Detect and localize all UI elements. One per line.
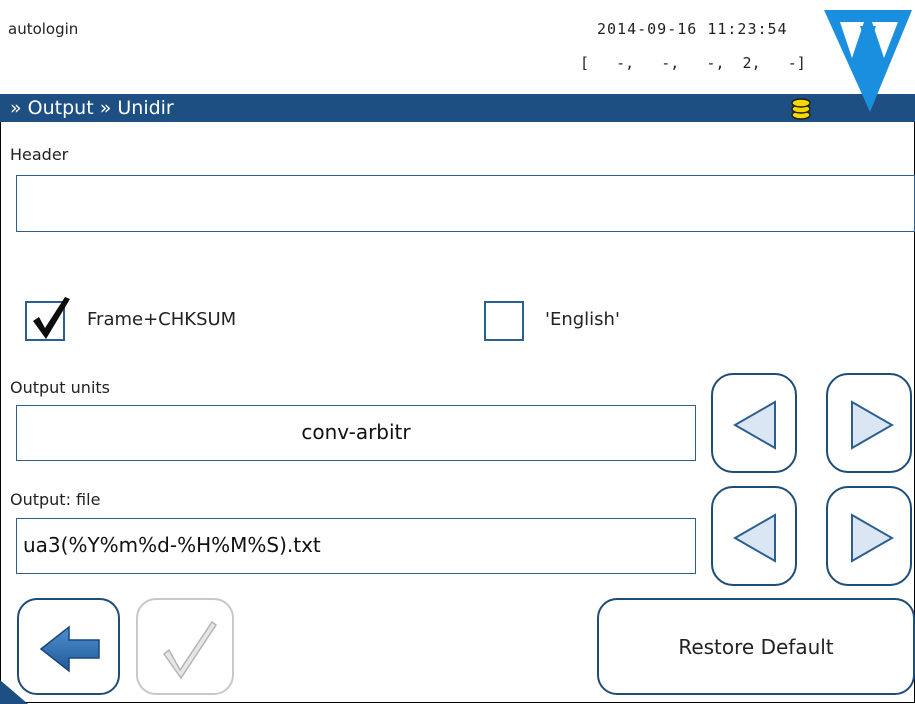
triangle-right-icon xyxy=(851,400,895,450)
english-checkbox[interactable] xyxy=(484,301,524,341)
back-button[interactable] xyxy=(17,598,120,695)
header-label: Header xyxy=(10,145,69,164)
triangle-right-icon xyxy=(851,513,895,563)
output-file-label: Output: file xyxy=(10,490,101,509)
restore-default-button[interactable]: Restore Default xyxy=(597,598,915,695)
header-input[interactable] xyxy=(16,175,915,232)
breadcrumb-bar: » Output » Unidir xyxy=(0,94,915,122)
output-units-next-button[interactable] xyxy=(826,373,912,473)
database-icon xyxy=(791,98,811,120)
frame-chksum-label: Frame+CHKSUM xyxy=(87,309,237,330)
confirm-button[interactable] xyxy=(136,598,234,695)
output-units-value: conv-arbitr xyxy=(301,420,411,444)
output-units-label: Output units xyxy=(10,378,110,397)
output-units-prev-button[interactable] xyxy=(711,373,797,473)
output-file-field[interactable]: ua3(%Y%m%d-%H%M%S).txt xyxy=(16,518,696,574)
date-time: 2014-09-16 11:23:54 xyxy=(597,20,788,38)
status-readout: [ -, -, -, 2, -] xyxy=(580,54,806,72)
logo-icon xyxy=(824,10,912,112)
status-bar: autologin 2014-09-16 11:23:54 [ -, -, -,… xyxy=(0,0,915,94)
output-file-prev-button[interactable] xyxy=(711,486,797,586)
check-icon xyxy=(162,620,218,680)
arrow-left-icon xyxy=(39,625,100,673)
output-file-value: ua3(%Y%m%d-%H%M%S).txt xyxy=(23,533,321,557)
user-name: autologin xyxy=(8,20,79,38)
frame-chksum-checkbox[interactable] xyxy=(25,297,70,341)
output-file-next-button[interactable] xyxy=(826,486,912,586)
corner-marker xyxy=(0,680,28,704)
triangle-left-icon xyxy=(732,513,776,563)
restore-default-label: Restore Default xyxy=(678,635,834,659)
output-units-field[interactable]: conv-arbitr xyxy=(16,405,696,461)
triangle-left-icon xyxy=(732,400,776,450)
english-label: 'English' xyxy=(545,309,620,330)
breadcrumb: » Output » Unidir xyxy=(10,97,174,119)
check-icon xyxy=(33,297,70,339)
